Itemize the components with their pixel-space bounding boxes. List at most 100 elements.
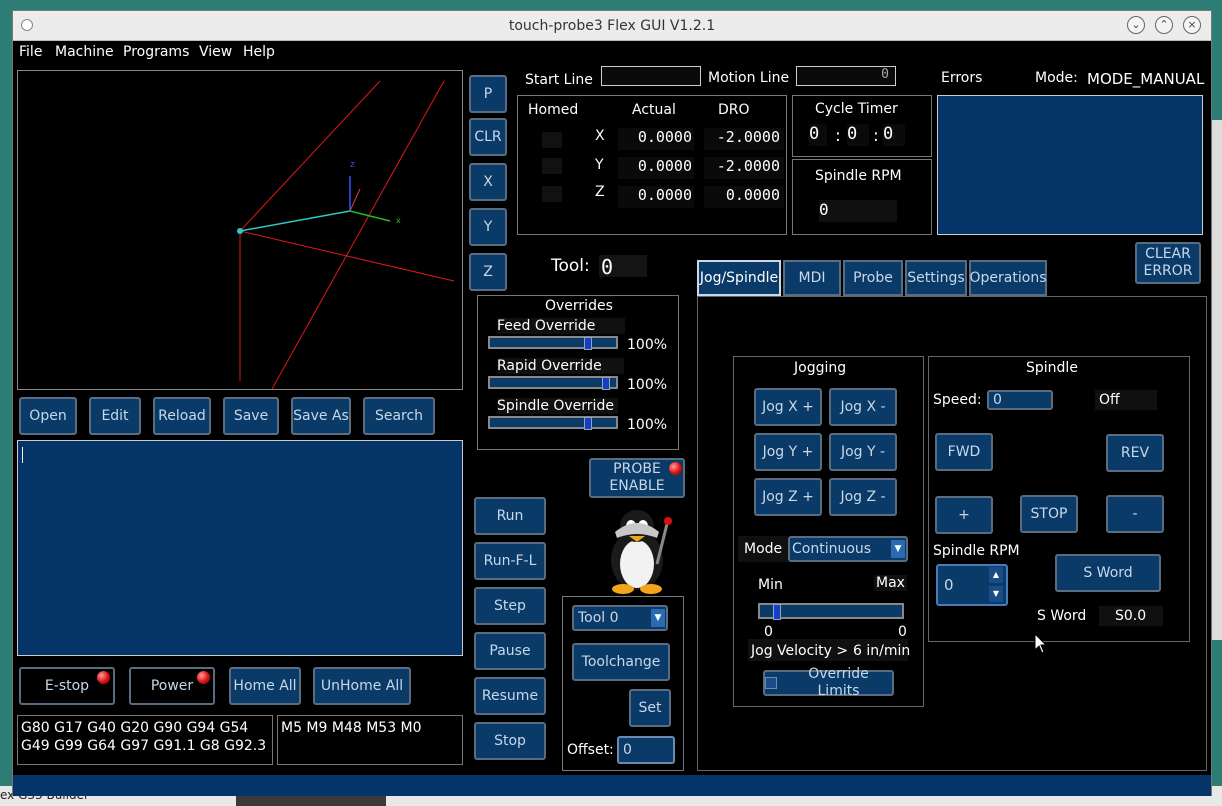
resume-button[interactable]: Resume (474, 677, 546, 715)
home-all-button[interactable]: Home All (229, 667, 301, 705)
pause-button[interactable]: Pause (474, 632, 546, 670)
menu-view[interactable]: View (199, 44, 232, 60)
rapid-override-handle[interactable] (602, 377, 610, 390)
stop-button[interactable]: Stop (474, 722, 546, 760)
s-word-button[interactable]: S Word (1055, 554, 1161, 592)
spindle-stop-button[interactable]: STOP (1020, 495, 1078, 533)
toolchange-button[interactable]: Toolchange (572, 643, 670, 681)
x-actual-value: 0.0000 (618, 128, 694, 150)
jog-velocity-handle[interactable] (773, 604, 781, 620)
spindle-rpm-panel: Spindle RPM 0 (792, 159, 932, 235)
plot-p-button[interactable]: P (469, 75, 507, 113)
motion-line-value: 0 (796, 66, 896, 86)
jog-x-minus-button[interactable]: Jog X - (829, 388, 897, 426)
s-word-value: S0.0 (1115, 608, 1147, 624)
spin-down-icon[interactable]: ▼ (989, 586, 1003, 602)
plot-x-button[interactable]: X (469, 163, 507, 201)
jogging-title: Jogging (794, 360, 847, 376)
toolchange-panel: Tool 0 ▼ Toolchange Set Offset: 0 (562, 596, 684, 771)
menu-file[interactable]: File (19, 44, 42, 60)
feed-override-handle[interactable] (584, 337, 592, 350)
run-from-line-button[interactable]: Run-F-L (474, 542, 546, 580)
timer-sep-2: : (873, 126, 879, 146)
menu-programs[interactable]: Programs (123, 44, 189, 60)
svg-text:z: z (350, 160, 355, 170)
override-limits-label: Override Limits (808, 666, 869, 699)
tab-settings[interactable]: Settings (905, 260, 967, 296)
spindle-override-value: 100% (627, 417, 668, 433)
cycle-timer-label: Cycle Timer (815, 101, 898, 117)
spindle-override-slider[interactable] (488, 416, 618, 430)
tab-operations[interactable]: Operations (969, 260, 1047, 296)
rapid-override-slider[interactable] (488, 376, 618, 390)
jog-mode-label: Mode (744, 541, 783, 557)
spindle-override-handle[interactable] (584, 417, 592, 430)
probe-led-icon (669, 462, 682, 475)
spindle-rpm-value: 0 (819, 200, 897, 222)
plot-z-button[interactable]: Z (469, 253, 507, 291)
mode-value: MODE_MANUAL (1087, 70, 1205, 88)
jog-mode-arrow-icon[interactable]: ▼ (891, 540, 905, 558)
set-offset-button[interactable]: Set (629, 689, 671, 727)
spindle-increase-button[interactable]: + (935, 496, 993, 534)
jog-max-value: 0 (898, 624, 907, 640)
status-bar (13, 775, 1211, 796)
minimize-icon[interactable]: ⌄ (1127, 16, 1145, 34)
clear-error-button[interactable]: CLEAR ERROR (1135, 242, 1201, 284)
s-word-label: S Word (1037, 608, 1087, 624)
jog-z-minus-button[interactable]: Jog Z - (829, 478, 897, 516)
plot-clear-button[interactable]: CLR (469, 118, 507, 156)
offset-input[interactable]: 0 (617, 736, 675, 764)
start-line-input[interactable] (601, 66, 701, 86)
run-button[interactable]: Run (474, 497, 546, 535)
menu-help[interactable]: Help (243, 44, 275, 60)
unhome-all-button[interactable]: UnHome All (313, 667, 411, 705)
tab-jog-spindle[interactable]: Jog/Spindle (697, 260, 781, 296)
spindle-speed-input[interactable]: 0 (987, 390, 1053, 410)
plot-y-button[interactable]: Y (469, 208, 507, 246)
tool-select-arrow-icon[interactable]: ▼ (651, 609, 665, 627)
y-dro-value: -2.0000 (704, 157, 784, 179)
jogging-panel: Jogging Jog X + Jog X - Jog Y + Jog Y - … (733, 356, 924, 707)
homed-header: Homed (528, 102, 579, 118)
jog-velocity-slider[interactable] (758, 603, 904, 620)
z-axis-label: Z (595, 184, 605, 200)
override-limits-button[interactable]: Override Limits (763, 666, 894, 699)
jog-x-plus-button[interactable]: Jog X + (754, 388, 822, 426)
edit-button[interactable]: Edit (89, 397, 141, 435)
x-axis-label: X (595, 128, 605, 144)
menu-machine[interactable]: Machine (55, 44, 114, 60)
override-limits-checkbox[interactable] (765, 677, 777, 689)
errors-display[interactable] (937, 95, 1203, 235)
tab-probe[interactable]: Probe (843, 260, 903, 296)
close-icon[interactable]: × (1183, 16, 1201, 34)
jog-y-plus-button[interactable]: Jog Y + (754, 433, 822, 471)
jog-mode-select[interactable]: Continuous (788, 536, 908, 562)
open-button[interactable]: Open (19, 397, 77, 435)
title-bar: touch-probe3 Flex GUI V1.2.1 ⌄ ⌃ × (13, 11, 1211, 41)
toolpath-plot[interactable]: z x (17, 70, 463, 390)
spindle-rev-button[interactable]: REV (1106, 434, 1164, 472)
spindle-override-label: Spindle Override (497, 398, 618, 414)
gcode-editor[interactable] (17, 440, 463, 656)
overrides-panel: Overrides Feed Override 100% Rapid Overr… (477, 295, 679, 450)
tab-mdi[interactable]: MDI (783, 260, 841, 296)
active-gcodes: G80 G17 G40 G20 G90 G94 G54 G49 G99 G64 … (17, 715, 273, 765)
reload-button[interactable]: Reload (153, 397, 211, 435)
save-button[interactable]: Save (223, 397, 279, 435)
spindle-decrease-button[interactable]: - (1106, 495, 1164, 533)
maximize-icon[interactable]: ⌃ (1155, 16, 1173, 34)
feed-override-slider[interactable] (488, 336, 618, 350)
save-as-button[interactable]: Save As (291, 397, 351, 435)
spindle-state: Off (1099, 392, 1120, 408)
jog-z-plus-button[interactable]: Jog Z + (754, 478, 822, 516)
x-homed-indicator (542, 132, 562, 148)
jog-y-minus-button[interactable]: Jog Y - (829, 433, 897, 471)
timer-minutes: 0 (847, 124, 869, 146)
step-button[interactable]: Step (474, 587, 546, 625)
spindle-fwd-button[interactable]: FWD (935, 433, 993, 471)
spin-up-icon[interactable]: ▲ (989, 567, 1003, 583)
search-button[interactable]: Search (363, 397, 435, 435)
spindle-rpm-label: Spindle RPM (815, 168, 902, 184)
spindle-rpm-input-label: Spindle RPM (933, 543, 1020, 559)
